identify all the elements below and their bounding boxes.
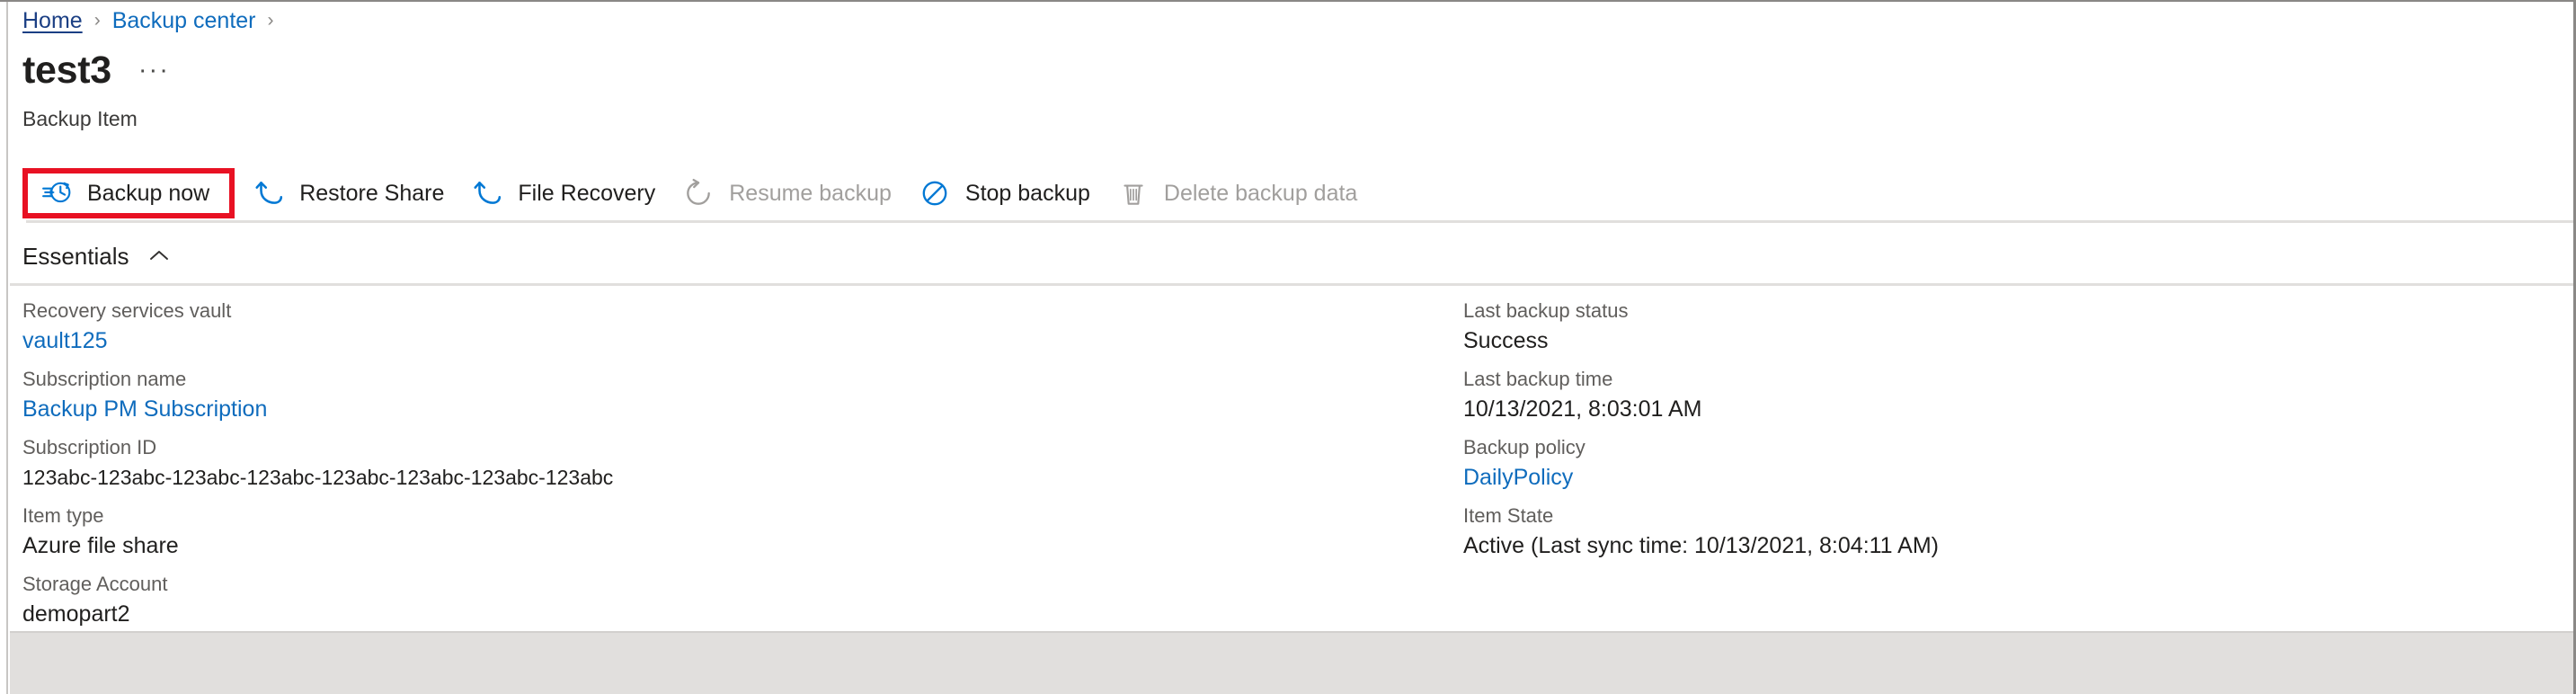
property-value[interactable]: DailyPolicy	[1463, 462, 2536, 493]
stop-backup-label: Stop backup	[965, 181, 1090, 207]
property-label: Item type	[22, 502, 1457, 530]
stop-backup-icon	[919, 177, 951, 209]
property-value: 10/13/2021, 8:03:01 AM	[1463, 394, 2536, 424]
property-label: Item State	[1463, 502, 2536, 530]
property-value: 123abc-123abc-123abc-123abc-123abc-123ab…	[22, 462, 1457, 493]
property-label: Backup policy	[1463, 433, 2536, 462]
command-bar: Backup now Restore Share	[22, 168, 1373, 218]
more-options-button[interactable]: ···	[138, 55, 170, 90]
essentials-label: Essentials	[22, 243, 129, 271]
property-last-backup-time: Last backup time 10/13/2021, 8:03:01 AM	[1463, 365, 2536, 424]
stop-backup-button[interactable]: Stop backup	[908, 170, 1106, 217]
property-storage-account: Storage Account demopart2	[22, 570, 1457, 629]
property-label: Storage Account	[22, 570, 1457, 599]
backup-now-label: Backup now	[87, 181, 209, 207]
property-label: Subscription ID	[22, 433, 1457, 462]
property-label: Recovery services vault	[22, 297, 1457, 325]
essentials-toggle[interactable]: Essentials	[22, 238, 171, 274]
file-recovery-label: File Recovery	[518, 181, 655, 207]
restore-share-button[interactable]: Restore Share	[242, 170, 460, 217]
essentials-right-column: Last backup status Success Last backup t…	[1457, 297, 2536, 638]
essentials-left-column: Recovery services vault vault125 Subscri…	[10, 297, 1457, 638]
delete-backup-data-button: Delete backup data	[1106, 170, 1373, 217]
essentials-properties: Recovery services vault vault125 Subscri…	[10, 297, 2573, 638]
restore-share-label: Restore Share	[299, 181, 444, 207]
blade-footer	[10, 631, 2573, 694]
title-row: test3 ···	[22, 49, 170, 90]
backup-now-icon	[40, 177, 73, 209]
delete-backup-data-label: Delete backup data	[1164, 181, 1357, 207]
essentials-divider	[10, 283, 2573, 286]
file-recovery-icon	[471, 177, 503, 209]
azure-backup-item-blade: Home › Backup center › test3 ··· Backup …	[0, 0, 2576, 694]
property-backup-policy: Backup policy DailyPolicy	[1463, 433, 2536, 493]
property-label: Last backup status	[1463, 297, 2536, 325]
backup-now-button[interactable]: Backup now	[22, 168, 235, 218]
delete-backup-data-icon	[1117, 177, 1150, 209]
property-recovery-services-vault: Recovery services vault vault125	[22, 297, 1457, 356]
resume-backup-icon	[682, 177, 715, 209]
chevron-up-icon[interactable]	[147, 245, 171, 268]
resume-backup-button: Resume backup	[671, 170, 908, 217]
property-label: Last backup time	[1463, 365, 2536, 394]
page-subtitle: Backup Item	[22, 107, 138, 131]
blade-content: Home › Backup center › test3 ··· Backup …	[10, 2, 2573, 694]
property-last-backup-status: Last backup status Success	[1463, 297, 2536, 356]
breadcrumb: Home › Backup center ›	[22, 7, 286, 34]
resume-backup-label: Resume backup	[729, 181, 892, 207]
property-value[interactable]: Backup PM Subscription	[22, 394, 1457, 424]
property-subscription-id: Subscription ID 123abc-123abc-123abc-123…	[22, 433, 1457, 493]
breadcrumb-item-backup-center[interactable]: Backup center	[112, 7, 256, 34]
property-subscription-name: Subscription name Backup PM Subscription	[22, 365, 1457, 424]
file-recovery-button[interactable]: File Recovery	[460, 170, 671, 217]
breadcrumb-item-home[interactable]: Home	[22, 7, 83, 34]
blade-left-rail	[0, 2, 8, 694]
property-value[interactable]: vault125	[22, 325, 1457, 356]
page-title: test3	[22, 50, 111, 90]
property-value: Active (Last sync time: 10/13/2021, 8:04…	[1463, 530, 2536, 561]
restore-share-icon	[253, 177, 285, 209]
property-value: Azure file share	[22, 530, 1457, 561]
property-item-state: Item State Active (Last sync time: 10/13…	[1463, 502, 2536, 561]
breadcrumb-separator-icon: ›	[94, 7, 101, 34]
property-label: Subscription name	[22, 365, 1457, 394]
property-item-type: Item type Azure file share	[22, 502, 1457, 561]
status-badge: Success	[1463, 325, 2536, 356]
breadcrumb-separator-icon: ›	[268, 7, 274, 34]
property-value: demopart2	[22, 599, 1457, 629]
toolbar-divider	[26, 220, 2573, 223]
